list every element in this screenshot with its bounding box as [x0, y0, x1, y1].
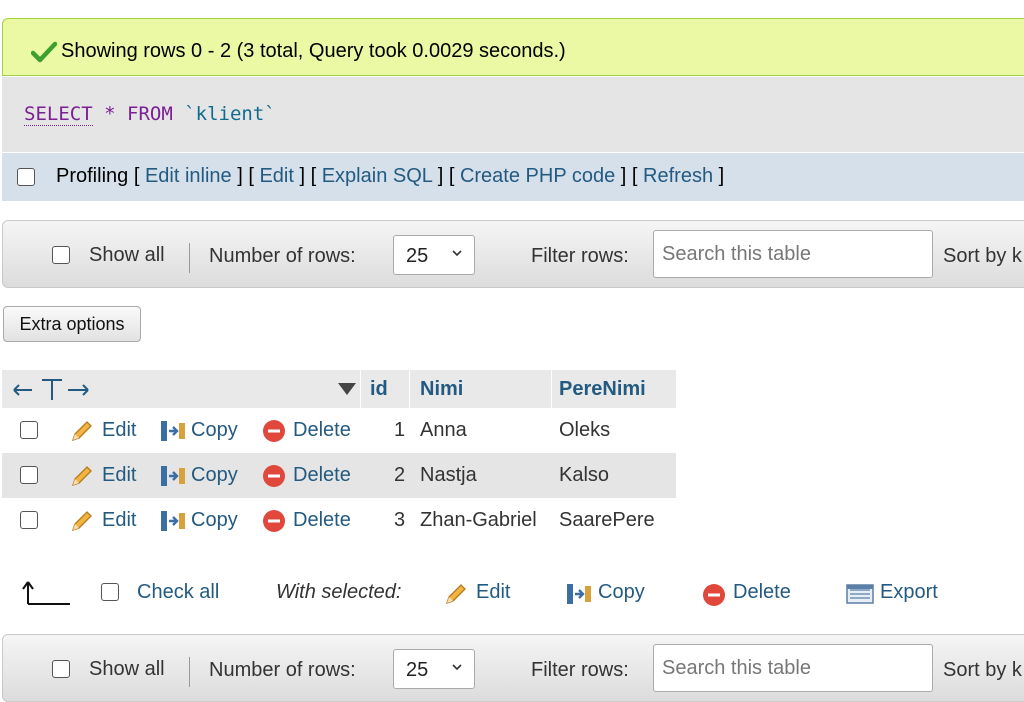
column-header-nimi[interactable]: Nimi	[420, 378, 463, 401]
pencil-icon	[71, 421, 92, 442]
cell-id: 1	[394, 419, 406, 441]
delete-icon	[263, 510, 285, 532]
number-of-rows-select[interactable]: 25	[393, 235, 475, 275]
column-divider	[360, 370, 361, 408]
checkmark-icon	[31, 41, 57, 63]
profiling-label: Profiling	[56, 165, 129, 187]
row-checkbox[interactable]	[20, 421, 38, 439]
cell-perenimi: SaarePere	[559, 509, 655, 531]
success-message: Showing rows 0 - 2 (3 total, Query took …	[61, 40, 566, 62]
row-copy-link[interactable]: Copy	[191, 419, 238, 442]
bulk-edit-button[interactable]: Edit	[476, 581, 510, 604]
profiling-checkbox[interactable]	[17, 168, 35, 186]
sql-table-name: `klient`	[184, 103, 276, 125]
cell-nimi: Anna	[420, 419, 467, 441]
row-checkbox[interactable]	[20, 511, 38, 529]
cell-perenimi: Oleks	[559, 419, 611, 441]
profiling-bar: Profiling [ Edit inline ] [ Edit ] [ Exp…	[2, 153, 1024, 201]
edit-inline-link[interactable]: Edit inline	[145, 165, 232, 187]
navigation-bar-top: Show all Number of rows: 25 Filter rows:…	[2, 220, 1024, 288]
chevron-down-icon	[452, 664, 462, 671]
copy-icon	[161, 466, 185, 486]
bulk-export-button[interactable]: Export	[880, 581, 938, 604]
pencil-icon	[445, 584, 466, 605]
sort-by-label: Sort by k	[943, 659, 1022, 681]
success-banner: Showing rows 0 - 2 (3 total, Query took …	[2, 18, 1024, 76]
extra-options-button[interactable]: Extra options	[3, 306, 141, 342]
column-divider	[409, 370, 410, 408]
bulk-copy-button[interactable]: Copy	[598, 581, 645, 604]
cell-nimi: Zhan-Gabriel	[420, 509, 537, 531]
table-header: id Nimi PereNimi	[2, 370, 676, 408]
create-php-code-link[interactable]: Create PHP code	[460, 165, 615, 187]
table-row: Edit Copy Delete 1 Anna Oleks	[2, 408, 676, 453]
show-all-checkbox[interactable]	[52, 246, 70, 264]
edit-link[interactable]: Edit	[259, 165, 293, 187]
search-input[interactable]	[653, 644, 933, 692]
show-all-checkbox[interactable]	[52, 660, 70, 678]
export-icon	[846, 584, 874, 604]
delete-icon	[703, 584, 725, 606]
row-copy-link[interactable]: Copy	[191, 464, 238, 487]
delete-icon	[263, 465, 285, 487]
divider	[189, 657, 190, 687]
divider	[189, 243, 190, 273]
bulk-delete-button[interactable]: Delete	[733, 581, 791, 604]
row-edit-link[interactable]: Edit	[102, 419, 136, 442]
cell-nimi: Nastja	[420, 464, 477, 486]
row-edit-link[interactable]: Edit	[102, 509, 136, 532]
number-of-rows-label: Number of rows:	[209, 245, 356, 267]
column-arrows-icon[interactable]	[12, 378, 90, 402]
search-input[interactable]	[653, 230, 933, 278]
row-delete-link[interactable]: Delete	[293, 419, 351, 442]
filter-rows-label: Filter rows:	[531, 245, 629, 267]
cell-id: 2	[394, 464, 406, 486]
row-delete-link[interactable]: Delete	[293, 509, 351, 532]
sql-keyword-from: FROM	[127, 103, 173, 125]
table-row: Edit Copy Delete 3 Zhan-Gabriel SaarePer…	[2, 498, 676, 543]
with-selected-label: With selected:	[276, 581, 402, 603]
copy-icon	[161, 421, 185, 441]
column-divider	[551, 370, 552, 408]
show-all-label: Show all	[89, 658, 165, 680]
select-arrow-icon	[22, 581, 70, 605]
table-row: Edit Copy Delete 2 Nastja Kalso	[2, 453, 676, 498]
number-of-rows-label: Number of rows:	[209, 659, 356, 681]
sort-dropdown-icon[interactable]	[338, 383, 356, 395]
chevron-down-icon	[452, 250, 462, 257]
row-delete-link[interactable]: Delete	[293, 464, 351, 487]
show-all-label: Show all	[89, 244, 165, 266]
cell-perenimi: Kalso	[559, 464, 610, 486]
cell-id: 3	[394, 509, 406, 531]
pencil-icon	[71, 511, 92, 532]
sql-query: SELECT * FROM `klient`	[24, 103, 276, 126]
check-all-checkbox[interactable]	[101, 583, 119, 601]
column-header-id[interactable]: id	[370, 378, 388, 401]
check-all-link[interactable]: Check all	[137, 581, 219, 604]
refresh-link[interactable]: Refresh	[643, 165, 713, 187]
pencil-icon	[71, 466, 92, 487]
sql-query-box: SELECT * FROM `klient`	[2, 77, 1024, 152]
number-of-rows-value: 25	[406, 245, 429, 267]
number-of-rows-value: 25	[406, 659, 429, 681]
explain-sql-link[interactable]: Explain SQL	[322, 165, 432, 187]
copy-icon	[161, 511, 185, 531]
row-edit-link[interactable]: Edit	[102, 464, 136, 487]
delete-icon	[263, 420, 285, 442]
column-header-perenimi[interactable]: PereNimi	[559, 378, 646, 401]
navigation-bar-bottom: Show all Number of rows: 25 Filter rows:…	[2, 634, 1024, 702]
sql-star: *	[104, 103, 116, 125]
row-checkbox[interactable]	[20, 466, 38, 484]
row-copy-link[interactable]: Copy	[191, 509, 238, 532]
copy-icon	[567, 584, 591, 604]
profiling-links: Profiling [ Edit inline ] [ Edit ] [ Exp…	[56, 165, 725, 187]
sort-by-label: Sort by k	[943, 245, 1022, 267]
sql-keyword-select[interactable]: SELECT	[24, 103, 93, 126]
number-of-rows-select[interactable]: 25	[393, 649, 475, 689]
filter-rows-label: Filter rows:	[531, 659, 629, 681]
